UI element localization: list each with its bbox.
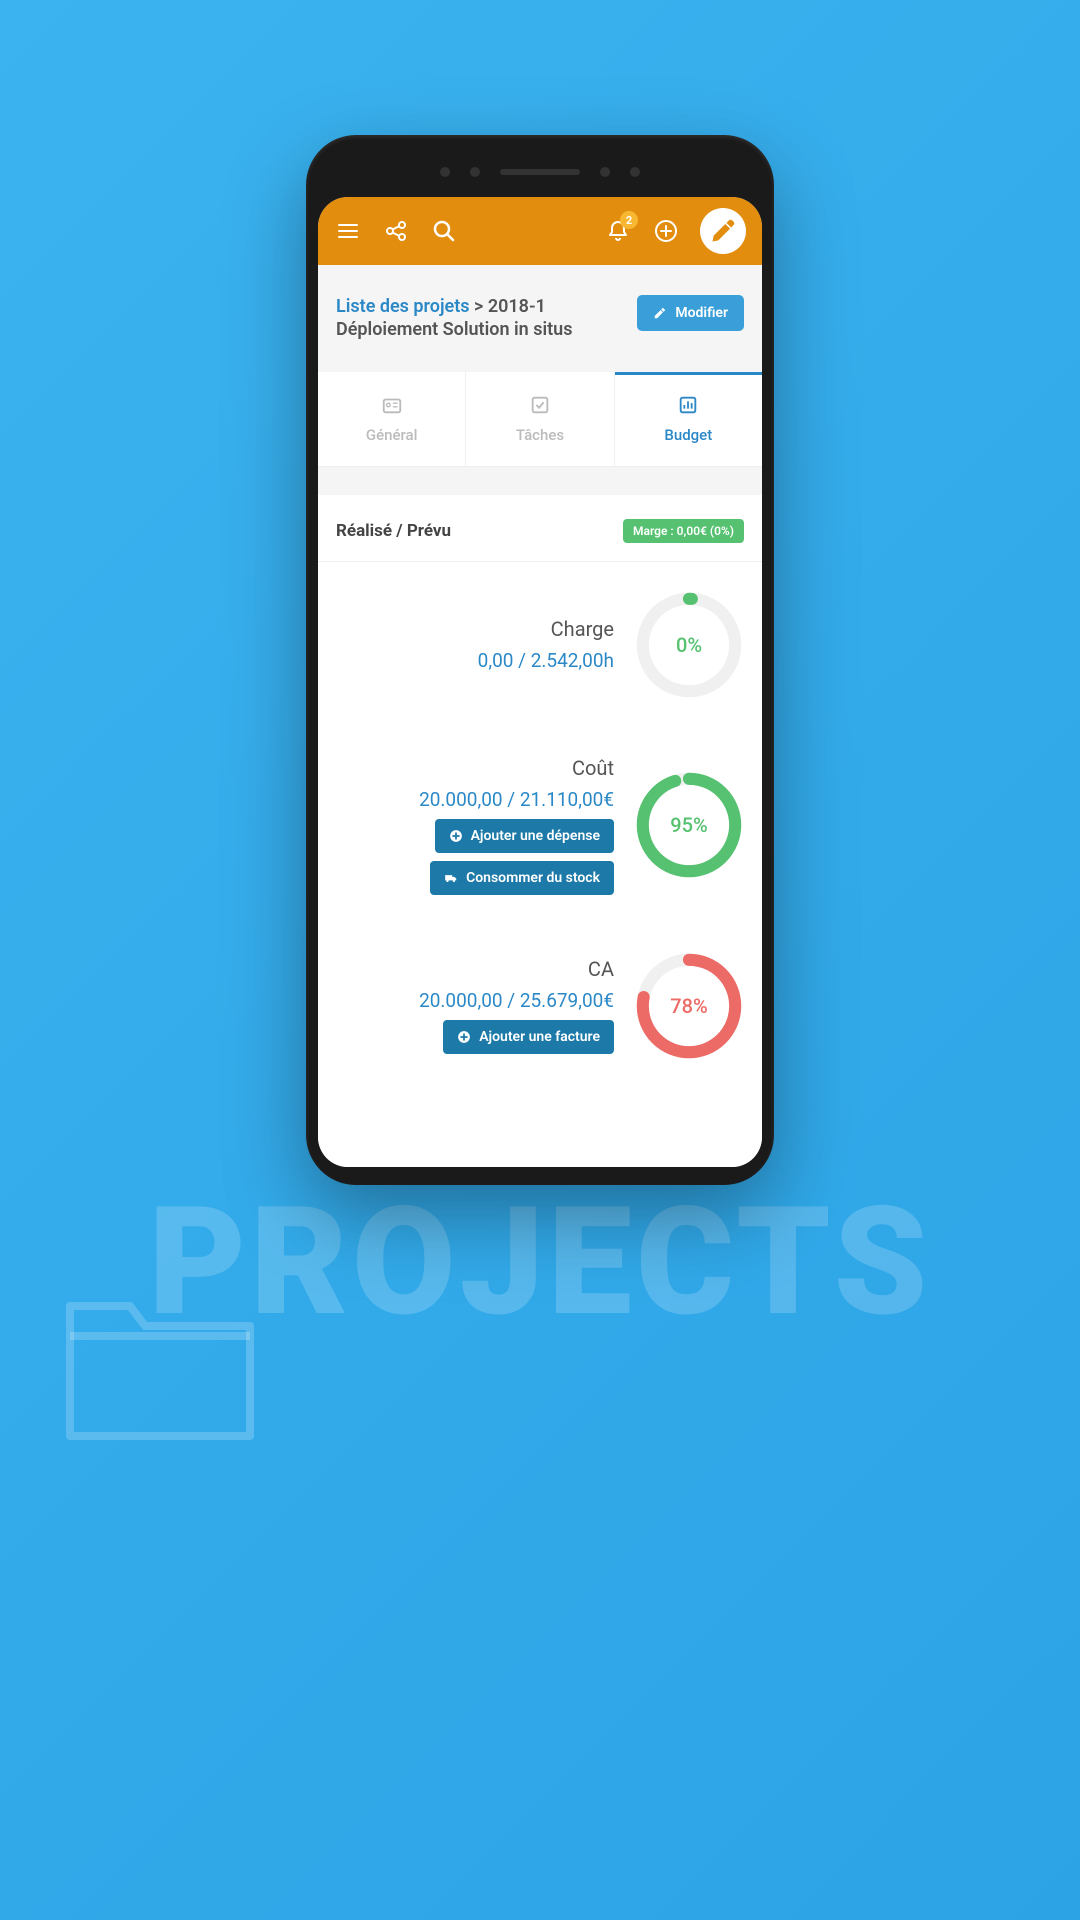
metric-value: 20.000,00 / 25.679,00€ — [419, 989, 614, 1012]
phone-frame: 2 Liste des projets > 2018-1 Déploiement… — [306, 135, 774, 1185]
button-label: Ajouter une facture — [479, 1029, 600, 1045]
button-label: Ajouter une dépense — [471, 828, 600, 844]
consume-stock-button[interactable]: Consommer du stock — [430, 861, 614, 895]
metric-value: 0,00 / 2.542,00h — [478, 649, 614, 672]
checkbox-icon — [529, 394, 551, 416]
chart-icon — [677, 394, 699, 416]
breadcrumb: Liste des projets > 2018-1 Déploiement S… — [336, 295, 625, 342]
breadcrumb-area: Liste des projets > 2018-1 Déploiement S… — [318, 265, 762, 372]
tab-tasks[interactable]: Tâches — [466, 372, 614, 466]
gauge-percent: 78% — [670, 994, 707, 1018]
phone-screen: 2 Liste des projets > 2018-1 Déploiement… — [318, 197, 762, 1167]
breadcrumb-separator: > — [470, 296, 488, 317]
section-header: Réalisé / Prévu Marge : 0,00€ (0%) — [318, 495, 762, 562]
settings-avatar[interactable] — [700, 208, 746, 254]
add-invoice-button[interactable]: Ajouter une facture — [443, 1020, 614, 1054]
margin-badge: Marge : 0,00€ (0%) — [623, 519, 744, 543]
share-nodes-icon[interactable] — [382, 217, 410, 245]
notification-badge: 2 — [620, 211, 638, 229]
section-title: Réalisé / Prévu — [336, 521, 623, 541]
notification-icon[interactable]: 2 — [604, 217, 632, 245]
pencil-icon — [653, 306, 667, 320]
gauge-charge: 0% — [634, 590, 744, 700]
phone-notch — [318, 147, 762, 197]
plus-circle-icon — [449, 829, 463, 843]
id-card-icon — [381, 394, 403, 416]
breadcrumb-link[interactable]: Liste des projets — [336, 296, 470, 317]
metric-value: 20.000,00 / 21.110,00€ — [419, 788, 614, 811]
tab-budget[interactable]: Budget — [615, 372, 762, 466]
button-label: Consommer du stock — [466, 870, 600, 886]
metric-label: CA — [588, 957, 614, 981]
content-area: Réalisé / Prévu Marge : 0,00€ (0%) Charg… — [318, 467, 762, 1167]
plus-circle-icon — [457, 1030, 471, 1044]
metric-label: Charge — [551, 617, 614, 641]
tab-general[interactable]: Général — [318, 372, 466, 466]
gauge-percent: 95% — [670, 813, 707, 837]
metric-ca: CA 20.000,00 / 25.679,00€ Ajouter une fa… — [318, 923, 762, 1089]
tab-label: Budget — [664, 426, 712, 444]
tab-label: Général — [366, 426, 418, 444]
gauge-percent: 0% — [676, 633, 702, 657]
truck-icon — [444, 871, 458, 885]
menu-icon[interactable] — [334, 217, 362, 245]
modify-button[interactable]: Modifier — [637, 295, 744, 331]
metric-label: Coût — [572, 756, 614, 780]
gauge-cout: 95% — [634, 770, 744, 880]
background-title: PROJECTS — [148, 1174, 931, 1350]
add-expense-button[interactable]: Ajouter une dépense — [435, 819, 614, 853]
gauge-ca: 78% — [634, 951, 744, 1061]
folder-icon — [60, 1286, 260, 1450]
tab-label: Tâches — [516, 426, 564, 444]
add-icon[interactable] — [652, 217, 680, 245]
search-icon[interactable] — [430, 217, 458, 245]
tabs: Général Tâches Budget — [318, 372, 762, 467]
metric-cout: Coût 20.000,00 / 21.110,00€ Ajouter une … — [318, 728, 762, 923]
metric-charge: Charge 0,00 / 2.542,00h 0% — [318, 562, 762, 728]
modify-button-label: Modifier — [675, 305, 728, 321]
app-header: 2 — [318, 197, 762, 265]
